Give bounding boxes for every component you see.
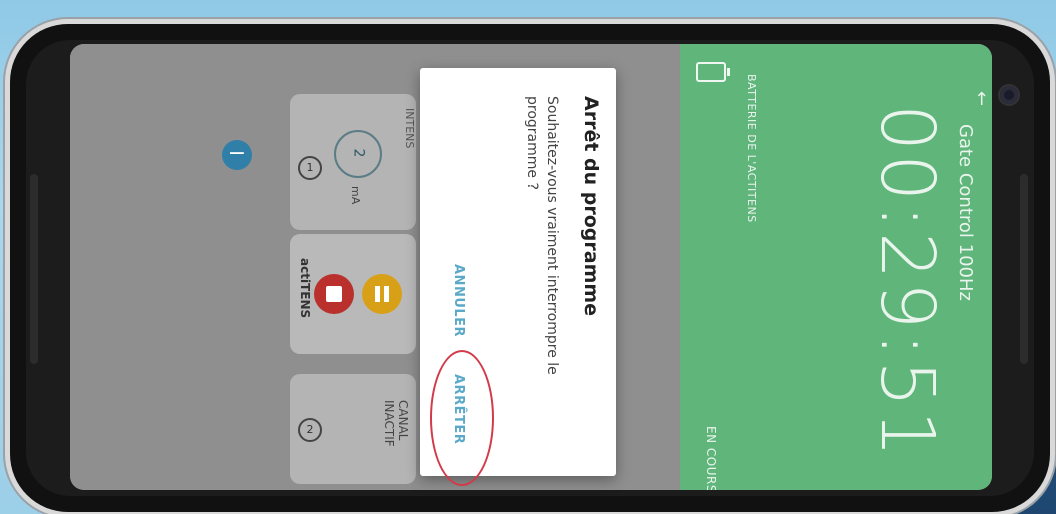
- intensity-dial[interactable]: 2: [334, 130, 382, 178]
- pause-icon[interactable]: [362, 274, 402, 314]
- channel-2-number: 2: [298, 418, 322, 442]
- device-controls-card: actiTENS: [290, 234, 416, 354]
- channel-2-state: CANAL INACTIF: [382, 400, 410, 447]
- dialog-title: Arrêt du programme: [580, 96, 602, 317]
- decrease-intensity-button[interactable]: −: [222, 140, 252, 170]
- intensity-unit: mA: [349, 186, 362, 205]
- confirm-stop-button[interactable]: ARRÊTER: [451, 374, 466, 444]
- program-title: Gate Control 100Hz: [955, 124, 976, 301]
- stop-program-dialog: Arrêt du programme Souhaitez-vous vraime…: [420, 68, 616, 476]
- battery-label: BATTERIE DE L'ACTITENS: [745, 74, 758, 223]
- front-camera: [1000, 86, 1018, 104]
- speaker-grille-left: [30, 174, 38, 364]
- channel-1-card[interactable]: 1 2 mA INTENS: [290, 94, 416, 230]
- channel-1-tag: INTENS: [403, 108, 416, 149]
- channel-1-number: 1: [298, 156, 322, 180]
- back-arrow-icon[interactable]: ←: [971, 91, 992, 106]
- status-text: EN COURS: [704, 426, 718, 490]
- dialog-message: Souhaitez-vous vraiment interrompre le p…: [524, 96, 560, 375]
- channel-2-card[interactable]: 2 CANAL INACTIF: [290, 374, 416, 484]
- session-timer: 00:29:51: [864, 104, 950, 461]
- stop-icon[interactable]: [314, 274, 354, 314]
- cancel-button[interactable]: ANNULER: [451, 264, 466, 337]
- minus-icon: −: [227, 141, 247, 166]
- speaker-grille-right: [1020, 174, 1028, 364]
- session-status-panel: ← Gate Control 100Hz 00:29:51 BATTERIE D…: [680, 44, 992, 490]
- intensity-value: 2: [349, 148, 366, 158]
- device-label: actiTENS: [298, 258, 312, 319]
- battery-icon: [696, 62, 730, 82]
